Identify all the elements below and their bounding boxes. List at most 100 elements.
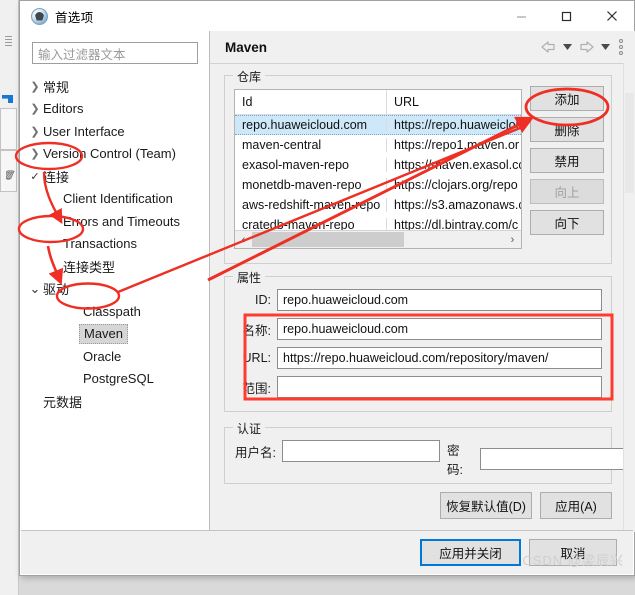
disable-button[interactable]: 禁用 [530, 148, 604, 173]
cell-id: maven-central [235, 138, 387, 152]
chevron-left-icon[interactable]: ‹ [235, 231, 252, 248]
property-input-scope[interactable] [277, 376, 602, 398]
maven-settings-panel: Maven 仓库 Id URL repo.huaweicloud.com htt… [210, 31, 635, 532]
chevron-right-icon[interactable]: ❯ [27, 147, 43, 160]
chevron-down-icon-forward[interactable] [600, 40, 611, 54]
restore-defaults-button[interactable]: 恢复默认值(D) [440, 492, 532, 519]
kebab-menu-icon[interactable] [615, 39, 627, 55]
tree-item-7[interactable]: Transactions [21, 233, 209, 256]
table-row[interactable]: repo.huaweicloud.com https://repo.huaweic… [235, 115, 521, 135]
table-row[interactable]: aws-redshift-maven-repo https://s3.amazon… [235, 195, 521, 215]
filter-input[interactable]: 输入过滤器文本 [32, 42, 198, 64]
table-horizontal-scrollbar[interactable]: ‹ › [235, 230, 521, 248]
tree-item-12[interactable]: Oracle [21, 345, 209, 368]
window-title: 首选项 [55, 10, 94, 25]
table-row[interactable]: monetdb-maven-repo https://clojars.org/re… [235, 175, 521, 195]
properties-legend: 属性 [233, 269, 266, 286]
property-input-url[interactable]: https://repo.huaweicloud.com/repository/… [277, 347, 602, 369]
panel-nav-controls [539, 39, 635, 55]
apply-button[interactable]: 应用(A) [540, 492, 612, 519]
preferences-tree: ❯ 常规 ❯ Editors ❯ User Interface ❯ Version Contr… [21, 75, 209, 413]
delete-button[interactable]: 删除 [530, 117, 604, 142]
arrow-left-icon[interactable] [539, 39, 558, 55]
background-glyph: 🗑 [3, 170, 15, 180]
add-button[interactable]: 添加 [530, 86, 604, 111]
cell-url: https://s3.amazonaws.c [394, 198, 521, 212]
chevron-right-icon[interactable]: ❯ [27, 102, 43, 115]
tree-item-label: Maven [79, 323, 129, 344]
preferences-dialog: 首选项 输入过滤器文本 ❯ 常规 ❯ Editors ❯ User Interface ❯ V… [19, 0, 635, 576]
chevron-down-icon[interactable]: ⌄ [27, 281, 43, 297]
apply-and-close-button[interactable]: 应用并关闭 [420, 539, 521, 566]
table-header: Id URL [235, 90, 521, 115]
scroll-thumb[interactable] [252, 232, 404, 247]
cell-id: monetdb-maven-repo [235, 178, 387, 192]
scroll-track[interactable] [252, 231, 504, 248]
tree-item-label: Client Identification [63, 191, 173, 207]
tree-item-8[interactable]: 连接类型 [21, 255, 209, 278]
authentication-group: 认证 用户名: 密码: [224, 420, 627, 484]
username-input[interactable] [281, 440, 440, 462]
dialog-footer: 应用并关闭 取消 CSDN @梁辰兴 [21, 530, 633, 574]
tree-item-2[interactable]: ❯ User Interface [21, 120, 209, 143]
maximize-icon[interactable] [544, 1, 589, 31]
minimize-icon[interactable] [499, 1, 544, 31]
cell-url: https://repo1.maven.or [394, 138, 520, 152]
property-row-id: ID: repo.huaweicloud.com [225, 288, 602, 312]
tree-item-14[interactable]: 元数据 [21, 390, 209, 413]
properties-group: 属性 ID: repo.huaweicloud.com 名称: repo.huawei… [224, 269, 612, 412]
tree-item-3[interactable]: ❯ Version Control (Team) [21, 143, 209, 166]
tree-item-6[interactable]: Errors and Timeouts [21, 210, 209, 233]
tree-item-11[interactable]: Maven [21, 323, 209, 346]
authentication-legend: 认证 [233, 420, 266, 437]
table-row[interactable]: exasol-maven-repo https://maven.exasol.cc [235, 155, 521, 175]
tree-item-label: 元数据 [43, 394, 83, 410]
tree-item-1[interactable]: ❯ Editors [21, 98, 209, 121]
background-blue-glyph [2, 95, 13, 103]
arrow-right-icon[interactable] [577, 39, 596, 55]
tree-item-5[interactable]: Client Identification [21, 188, 209, 211]
chevron-right-icon[interactable]: ❯ [27, 80, 43, 93]
preferences-tree-panel: 输入过滤器文本 ❯ 常规 ❯ Editors ❯ User Interface ❯ Versi… [21, 31, 210, 532]
panel-scroll-thumb[interactable] [625, 93, 634, 193]
filter-placeholder: 输入过滤器文本 [38, 47, 126, 62]
tree-item-9[interactable]: ⌄ 驱动 [21, 278, 209, 301]
panel-vertical-scrollbar[interactable] [623, 63, 635, 532]
move-down-button[interactable]: 向下 [530, 210, 604, 235]
tree-item-10[interactable]: Classpath [21, 300, 209, 323]
password-label: 密码: [447, 444, 463, 477]
tree-item-label: 常规 [43, 79, 70, 95]
property-label-url: URL: [242, 351, 271, 365]
check-icon[interactable]: ✓ [27, 170, 43, 183]
repositories-legend: 仓库 [233, 68, 266, 85]
column-header-url[interactable]: URL [387, 90, 521, 114]
property-label-name: 名称: [242, 323, 271, 338]
property-label-id: ID: [255, 293, 271, 307]
property-input-name[interactable]: repo.huaweicloud.com [277, 318, 602, 340]
move-up-button: 向上 [530, 179, 604, 204]
tree-item-label: Oracle [83, 348, 122, 364]
username-row: 用户名: [235, 440, 440, 462]
tree-item-label: 连接类型 [63, 259, 116, 275]
tree-item-label: Errors and Timeouts [63, 213, 181, 229]
repositories-table[interactable]: Id URL repo.huaweicloud.com https://repo.… [234, 89, 522, 249]
tree-item-label: Version Control (Team) [43, 146, 176, 162]
close-icon[interactable] [589, 1, 634, 31]
add-label: 添加 [554, 93, 580, 107]
password-row: 密码: [447, 440, 627, 478]
move-down-label: 向下 [554, 217, 580, 231]
table-row[interactable]: maven-central https://repo1.maven.or [235, 135, 521, 155]
repositories-group: 仓库 Id URL repo.huaweicloud.com https://re… [224, 68, 612, 264]
tree-item-0[interactable]: ❯ 常规 [21, 75, 209, 98]
tree-item-label: PostgreSQL [83, 371, 154, 387]
property-row-url: URL: https://repo.huaweicloud.com/reposit… [225, 346, 602, 370]
tree-item-4[interactable]: ✓ 连接 [21, 165, 209, 188]
chevron-right-icon[interactable]: › [504, 231, 521, 248]
chevron-right-icon[interactable]: ❯ [27, 125, 43, 138]
password-input[interactable] [479, 448, 627, 470]
restore-defaults-label: 恢复默认值(D) [446, 500, 526, 514]
tree-item-13[interactable]: PostgreSQL [21, 368, 209, 391]
column-header-id[interactable]: Id [235, 90, 387, 114]
chevron-down-icon-back[interactable] [562, 40, 573, 54]
property-input-id[interactable]: repo.huaweicloud.com [277, 289, 602, 311]
